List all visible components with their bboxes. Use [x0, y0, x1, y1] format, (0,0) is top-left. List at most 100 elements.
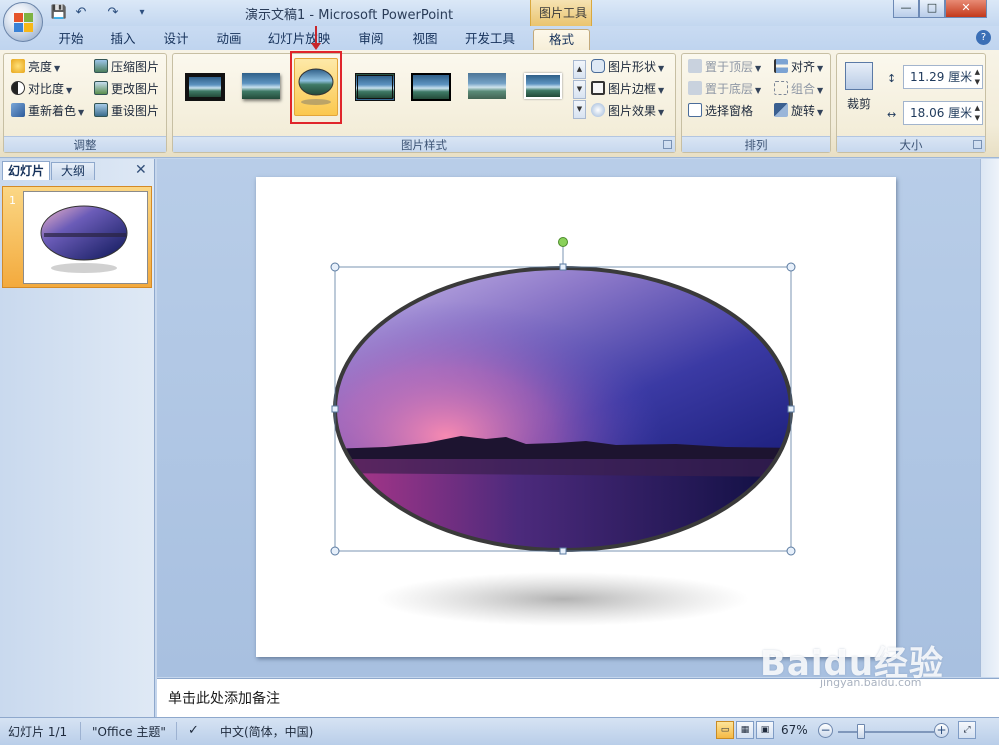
tab-design[interactable]: 设计: [153, 29, 199, 50]
crop-label[interactable]: 裁剪: [847, 94, 871, 114]
tab-slides[interactable]: 幻灯片: [2, 161, 50, 180]
zoom-slider-thumb[interactable]: [857, 724, 866, 739]
spellcheck-icon[interactable]: ✓: [188, 723, 199, 738]
fit-to-window-icon[interactable]: ⤢: [958, 721, 976, 739]
resize-handle-right[interactable]: [787, 405, 795, 413]
send-to-back-button[interactable]: 置于底层 ▼: [688, 79, 761, 99]
bring-to-front-button[interactable]: 置于顶层 ▼: [688, 57, 761, 77]
styles-scroll-down[interactable]: ▼: [573, 80, 586, 99]
zoom-slider[interactable]: [838, 731, 934, 733]
height-input[interactable]: 11.29 厘米 ▲ ▼: [903, 65, 983, 89]
style-thumb-7[interactable]: [521, 69, 567, 103]
align-button[interactable]: 对齐 ▼: [774, 57, 823, 77]
picture-border-button[interactable]: 图片边框 ▼: [591, 79, 664, 99]
align-icon: [774, 59, 788, 73]
close-button[interactable]: ✕: [945, 0, 987, 18]
style-thumb-5[interactable]: [409, 69, 455, 103]
qat-customize-icon[interactable]: ▾: [133, 4, 151, 22]
resize-handle-br[interactable]: [786, 546, 796, 556]
maximize-button[interactable]: □: [919, 0, 945, 18]
slide-thumbnail-row[interactable]: 1: [2, 186, 152, 288]
group-picture-styles: ▲ ▼ ▼ 图片形状 ▼ 图片边框 ▼ 图片效果 ▼ 图片样式: [172, 53, 676, 153]
height-icon: ↕: [887, 72, 897, 85]
contrast-icon: [11, 81, 25, 95]
tab-review[interactable]: 审阅: [348, 29, 394, 50]
compress-icon: [94, 59, 108, 73]
help-icon[interactable]: ?: [976, 30, 991, 45]
oval-picture[interactable]: [326, 262, 806, 562]
redo-icon[interactable]: ↷: [104, 4, 122, 22]
pane-close-icon[interactable]: ✕: [135, 162, 147, 178]
language-status[interactable]: 中文(简体，中国): [220, 723, 313, 740]
picture-effects-button[interactable]: 图片效果 ▼: [591, 101, 664, 121]
slide-canvas[interactable]: [256, 177, 896, 657]
tab-view[interactable]: 视图: [402, 29, 448, 50]
reset-picture-button[interactable]: 重设图片: [94, 101, 159, 121]
change-picture-button[interactable]: 更改图片: [94, 79, 159, 99]
group-size-label: 大小: [837, 136, 985, 152]
styles-scroll-up[interactable]: ▲: [573, 60, 586, 79]
tab-home[interactable]: 开始: [48, 29, 94, 50]
contrast-button[interactable]: 对比度 ▼: [11, 79, 72, 99]
office-logo-icon: [14, 13, 34, 33]
resize-handle-tl[interactable]: [330, 262, 340, 272]
window-title: 演示文稿1 - Microsoft PowerPoint: [245, 8, 454, 23]
vertical-scrollbar[interactable]: [980, 159, 999, 677]
width-spinner-icon[interactable]: ▲ ▼: [975, 103, 980, 123]
height-spinner-icon[interactable]: ▲ ▼: [975, 67, 980, 87]
tab-outline[interactable]: 大纲: [51, 162, 95, 180]
resize-handle-left[interactable]: [331, 405, 339, 413]
notes-placeholder: 单击此处添加备注: [168, 691, 280, 707]
style-thumb-1[interactable]: [183, 69, 229, 103]
group-arrange-label: 排列: [682, 136, 830, 152]
selection-pane-button[interactable]: 选择窗格: [688, 101, 753, 121]
compress-pictures-button[interactable]: 压缩图片: [94, 57, 159, 77]
style-thumb-6[interactable]: [465, 69, 511, 103]
selected-style-annotation: [290, 51, 342, 124]
recolor-icon: [11, 103, 25, 117]
undo-icon[interactable]: ↶: [72, 4, 90, 22]
width-value: 18.06 厘米: [910, 106, 973, 120]
brightness-button[interactable]: 亮度 ▼: [11, 57, 60, 77]
tab-insert[interactable]: 插入: [100, 29, 146, 50]
slide-sorter-icon[interactable]: ▦: [736, 721, 754, 739]
styles-dialog-launcher-icon[interactable]: [663, 140, 672, 149]
theme-name: "Office 主题": [92, 725, 166, 739]
resize-handle-bl[interactable]: [330, 546, 340, 556]
shape-icon: [591, 59, 605, 73]
normal-view-icon[interactable]: ▭: [716, 721, 734, 739]
slide-thumbnail[interactable]: [23, 191, 148, 284]
tab-format[interactable]: 格式: [533, 29, 590, 50]
tab-animation[interactable]: 动画: [206, 29, 252, 50]
recolor-label: 重新着色: [28, 104, 77, 118]
width-input[interactable]: 18.06 厘米 ▲ ▼: [903, 101, 983, 125]
group-adjust-label: 调整: [4, 136, 166, 152]
contrast-label: 对比度: [28, 82, 65, 96]
ribbon: 亮度 ▼ 对比度 ▼ 重新着色 ▼ 压缩图片 更改图片 重设图片 调整 ▲ ▼ …: [0, 50, 999, 158]
picture-tools-label: 图片工具: [539, 6, 588, 20]
recolor-button[interactable]: 重新着色 ▼: [11, 101, 84, 121]
slideshow-view-icon[interactable]: ▣: [756, 721, 774, 739]
rotation-handle[interactable]: [558, 237, 568, 247]
style-thumb-4[interactable]: [353, 69, 399, 103]
zoom-level[interactable]: 67%: [781, 723, 808, 737]
crop-icon[interactable]: [845, 62, 873, 90]
tab-slideshow[interactable]: 幻灯片放映: [262, 29, 336, 50]
rotate-button[interactable]: 旋转 ▼: [774, 101, 823, 121]
sun-icon: [11, 59, 25, 73]
group-objects-button[interactable]: 组合 ▼: [774, 79, 823, 99]
style-thumb-2[interactable]: [239, 69, 285, 103]
zoom-out-icon[interactable]: −: [818, 723, 833, 738]
minimize-button[interactable]: —: [893, 0, 919, 18]
resize-handle-top[interactable]: [559, 263, 567, 271]
resize-handle-tr[interactable]: [786, 262, 796, 272]
office-button[interactable]: [3, 2, 43, 42]
styles-gallery-more[interactable]: ▼: [573, 100, 586, 119]
size-dialog-launcher-icon[interactable]: [973, 140, 982, 149]
picture-shape-button[interactable]: 图片形状 ▼: [591, 57, 664, 77]
bring-front-icon: [688, 59, 702, 73]
tab-developer[interactable]: 开发工具: [458, 29, 522, 50]
save-icon[interactable]: 💾: [50, 4, 68, 22]
resize-handle-bottom[interactable]: [559, 547, 567, 555]
zoom-in-icon[interactable]: +: [934, 723, 949, 738]
